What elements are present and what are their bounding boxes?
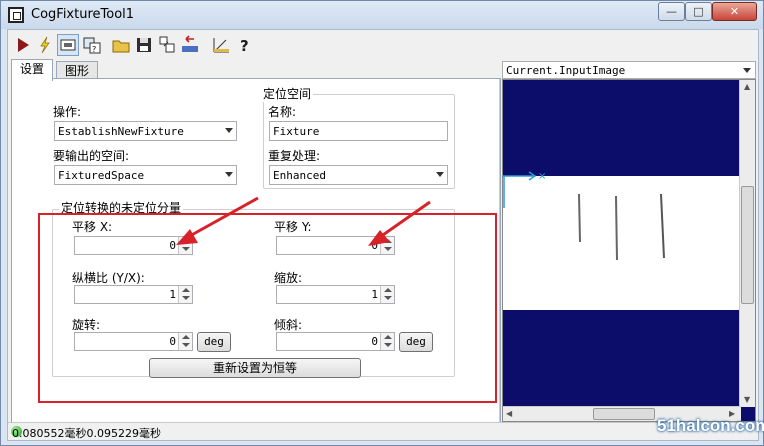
import-icon[interactable]: [156, 34, 178, 56]
reprocess-dropdown[interactable]: Enhanced: [269, 165, 448, 185]
image-display[interactable]: × ▲ ▼ ◀ ▶: [502, 79, 756, 422]
status-bar: 0.080552毫秒0.095229毫秒: [8, 422, 758, 440]
app-window: CogFixtureTool1 — □ ✕ ? ? 设置 图形 操作: Esta…: [0, 0, 764, 446]
help-panel-icon[interactable]: ?: [81, 34, 103, 56]
help-icon[interactable]: ?: [234, 34, 256, 56]
name-field[interactable]: Fixture: [269, 121, 448, 141]
run-icon[interactable]: [12, 34, 34, 56]
watermark: 51halcon.com: [657, 416, 764, 435]
svg-text:×: ×: [538, 171, 546, 182]
horizontal-scroll-thumb[interactable]: [593, 408, 655, 420]
annotation-arrow-left: [176, 196, 259, 245]
ruler-icon[interactable]: [210, 34, 232, 56]
reprocess-label: 重复处理:: [268, 149, 321, 163]
scroll-left-icon[interactable]: ◀: [506, 409, 512, 418]
fixture-space-title: 定位空间: [261, 85, 314, 102]
tab-settings[interactable]: 设置: [11, 59, 54, 81]
save-icon[interactable]: [133, 34, 155, 56]
chevron-down-icon: [225, 128, 233, 133]
vertical-scrollbar[interactable]: ▲ ▼: [739, 80, 755, 407]
lightning-icon[interactable]: [34, 34, 56, 56]
maximize-button[interactable]: □: [685, 2, 712, 21]
reset-icon[interactable]: [179, 34, 201, 56]
chevron-down-icon: [743, 68, 751, 73]
annotation-arrow-right: [368, 200, 431, 246]
name-value: Fixture: [273, 125, 320, 138]
scroll-down-icon[interactable]: ▼: [744, 395, 750, 404]
output-space-value: FixturedSpace: [58, 169, 145, 182]
app-icon: [8, 7, 24, 23]
coordinate-axes-icon: ×: [503, 171, 546, 208]
toolbar: ? ?: [8, 30, 758, 60]
svg-text:?: ?: [240, 37, 249, 55]
operation-value: EstablishNewFixture: [58, 125, 184, 138]
chevron-down-icon: [436, 172, 444, 177]
chevron-down-icon: [225, 172, 233, 177]
reprocess-value: Enhanced: [273, 169, 326, 182]
status-text: 0.080552毫秒0.095229毫秒: [12, 427, 161, 440]
vertical-scroll-thumb[interactable]: [741, 186, 754, 304]
title-bar: CogFixtureTool1 — □ ✕: [1, 1, 763, 29]
output-space-dropdown[interactable]: FixturedSpace: [54, 165, 237, 185]
operation-dropdown[interactable]: EstablishNewFixture: [54, 121, 237, 141]
show-image-icon[interactable]: [57, 34, 79, 56]
client-area: ? ? 设置 图形 操作: EstablishNewFixture 要输出的空间…: [7, 29, 759, 441]
open-folder-icon[interactable]: [110, 34, 132, 56]
name-label: 名称:: [268, 105, 297, 119]
minimize-button[interactable]: —: [658, 2, 685, 21]
image-source-value: Current.InputImage: [506, 64, 626, 77]
window-title: CogFixtureTool1: [31, 7, 135, 22]
image-source-dropdown[interactable]: Current.InputImage: [502, 61, 756, 79]
scroll-up-icon[interactable]: ▲: [744, 82, 750, 91]
output-space-label: 要输出的空间:: [53, 149, 130, 163]
svg-text:?: ?: [92, 45, 96, 54]
operation-label: 操作:: [53, 105, 82, 119]
close-button[interactable]: ✕: [712, 2, 757, 21]
